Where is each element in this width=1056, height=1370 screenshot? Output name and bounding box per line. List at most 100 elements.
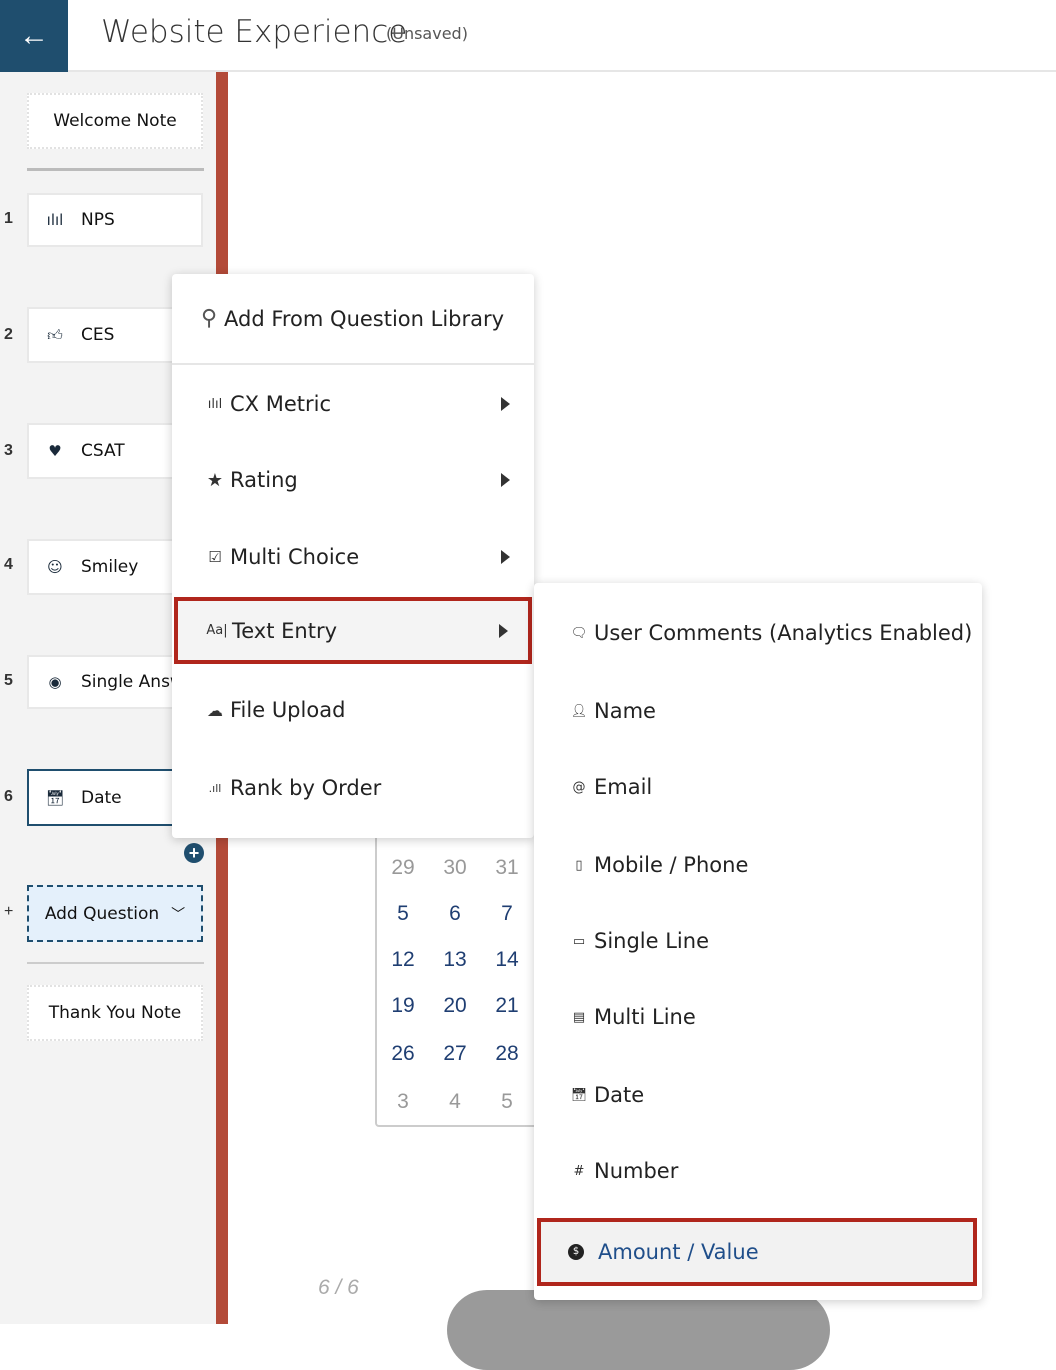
question-number: 1	[4, 210, 13, 227]
submenu-item-number[interactable]: # Number	[534, 1141, 982, 1201]
calendar-day[interactable]: 19	[383, 994, 423, 1018]
submenu-item-name[interactable]: 👤︎ Name	[534, 681, 982, 741]
question-number: 3	[4, 442, 13, 459]
question-number: 6	[4, 788, 13, 805]
back-button[interactable]: ←	[0, 0, 68, 72]
calendar-day[interactable]: 7	[487, 902, 527, 926]
calendar-day[interactable]: 28	[487, 1042, 527, 1066]
submit-button[interactable]	[447, 1290, 830, 1370]
add-question-menu: ⚲ Add From Question Library ılıl CX Metric…	[172, 274, 534, 838]
menu-item-multi-choice[interactable]: ☑ Multi Choice	[172, 519, 534, 595]
calendar-day[interactable]: 21	[487, 994, 527, 1018]
submenu-item-label: Email	[594, 775, 653, 799]
calendar-day[interactable]: 6	[435, 902, 475, 926]
submenu-item-amount-value[interactable]: $ Amount / Value	[537, 1218, 977, 1286]
add-prefix: +	[4, 903, 14, 920]
calendar-day[interactable]: 13	[435, 948, 475, 972]
comment-icon: 🗨︎	[570, 625, 588, 641]
submenu-item-multi-line[interactable]: ▤ Multi Line	[534, 987, 982, 1047]
calendar-day[interactable]: 12	[383, 948, 423, 972]
menu-item-label: Rank by Order	[230, 776, 382, 800]
submenu-item-single-line[interactable]: ▭ Single Line	[534, 911, 982, 971]
menu-item-text-entry[interactable]: Aa| Text Entry	[174, 597, 532, 664]
calendar-day[interactable]: 29	[383, 856, 423, 880]
calendar-day[interactable]: 5	[487, 1090, 527, 1114]
at-icon: @	[572, 779, 586, 795]
submenu-item-label: Number	[594, 1159, 679, 1183]
smiley-icon: ☺	[47, 558, 63, 576]
calendar-day[interactable]: 20	[435, 994, 475, 1018]
thank-you-note-label: Thank You Note	[48, 1003, 182, 1023]
submenu-item-label: Date	[594, 1083, 645, 1107]
heart-icon: ♥	[48, 442, 62, 460]
single-line-icon: ▭	[572, 933, 586, 949]
thumbs-up-icon: 👍︎	[47, 325, 63, 344]
menu-item-label: Multi Choice	[230, 545, 360, 569]
submenu-item-label: Amount / Value	[598, 1240, 759, 1264]
question-label: Single Answ	[81, 672, 184, 692]
caret-right-icon	[501, 550, 510, 564]
add-question-button[interactable]: Add Question ﹀	[27, 885, 203, 942]
hash-icon: #	[573, 1163, 585, 1179]
page-title: Website Experience	[101, 14, 408, 50]
submenu-item-user-comments-analytics-enabled[interactable]: 🗨︎ User Comments (Analytics Enabled)	[534, 603, 982, 663]
calendar-day[interactable]: 4	[435, 1090, 475, 1114]
submenu-item-date[interactable]: 📅︎ Date	[534, 1065, 982, 1125]
calendar-widget	[375, 838, 545, 1127]
menu-item-question-library[interactable]: ⚲ Add From Question Library	[172, 274, 534, 365]
search-icon: ⚲	[200, 306, 218, 331]
submenu-item-label: Mobile / Phone	[594, 853, 749, 877]
text-entry-icon: Aa|	[206, 623, 228, 638]
submenu-item-email[interactable]: @ Email	[534, 757, 982, 817]
dollar-circle-icon: $	[568, 1244, 584, 1260]
menu-item-label: File Upload	[230, 698, 346, 722]
calendar-day[interactable]: 27	[435, 1042, 475, 1066]
calendar-icon: 📅︎	[45, 788, 65, 807]
question-label: Smiley	[81, 557, 139, 577]
calendar-day[interactable]: 26	[383, 1042, 423, 1066]
radio-icon: ◉	[48, 673, 62, 691]
divider	[27, 962, 204, 964]
calendar-day[interactable]: 14	[487, 948, 527, 972]
cloud-upload-icon: ☁	[207, 700, 223, 720]
submenu-item-mobile-phone[interactable]: ▯ Mobile / Phone	[534, 835, 982, 895]
thank-you-note-card[interactable]: Thank You Note	[27, 985, 203, 1041]
question-number: 2	[4, 326, 13, 343]
checkbox-icon: ☑	[208, 548, 222, 566]
menu-item-rank-by-order[interactable]: .ıll Rank by Order	[172, 750, 534, 826]
arrow-left-icon: ←	[19, 19, 49, 52]
chevron-down-icon: ﹀	[171, 906, 186, 923]
menu-item-label: CX Metric	[230, 392, 332, 416]
calendar-day[interactable]: 31	[487, 856, 527, 880]
menu-item-cx-metric[interactable]: ılıl CX Metric	[172, 366, 534, 442]
nps-icon: ılıl	[46, 211, 64, 229]
calendar-icon: 📅︎	[570, 1087, 588, 1103]
menu-item-label: Rating	[230, 468, 298, 492]
mobile-icon: ▯	[575, 857, 583, 873]
divider	[27, 168, 204, 171]
question-card-nps[interactable]: ılıl NPS	[27, 193, 203, 247]
menu-item-label: Text Entry	[232, 618, 338, 643]
page-counter: 6 / 6	[318, 1276, 359, 1299]
calendar-day[interactable]: 3	[383, 1090, 423, 1114]
submenu-item-label: Single Line	[594, 929, 709, 953]
calendar-day[interactable]: 5	[383, 902, 423, 926]
text-entry-submenu: 🗨︎ User Comments (Analytics Enabled) 👤︎ Nam…	[534, 583, 982, 1300]
question-number: 4	[4, 556, 13, 573]
submenu-item-label: Name	[594, 699, 656, 723]
welcome-note-card[interactable]: Welcome Note	[27, 93, 203, 149]
question-label: NPS	[81, 210, 115, 230]
person-icon: 👤︎	[570, 703, 588, 719]
question-number: 5	[4, 672, 13, 689]
caret-right-icon	[499, 623, 508, 638]
menu-item-rating[interactable]: ★ Rating	[172, 442, 534, 518]
add-question-label: Add Question	[44, 903, 160, 924]
question-label: Date	[81, 787, 122, 808]
welcome-note-label: Welcome Note	[53, 111, 177, 131]
add-between-plus-icon[interactable]: +	[184, 843, 204, 863]
cx-metric-icon: ılıl	[207, 396, 223, 412]
calendar-day[interactable]: 30	[435, 856, 475, 880]
menu-item-file-upload[interactable]: ☁ File Upload	[172, 672, 534, 748]
submenu-item-label: User Comments (Analytics Enabled)	[594, 621, 973, 645]
submenu-item-label: Multi Line	[594, 1005, 696, 1029]
